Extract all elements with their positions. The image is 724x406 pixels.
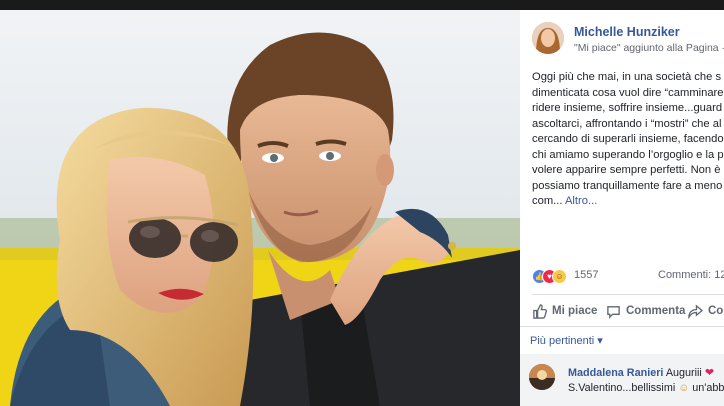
- heart-emoji-icon: ❤: [704, 367, 714, 379]
- post-caption: Oggi più che mai, in una società che s d…: [532, 70, 724, 210]
- page-avatar[interactable]: [532, 22, 564, 54]
- caption-line: chi amiamo superando l’orgoglio e la p: [532, 148, 724, 161]
- comment-text: Maddalena Ranieri Auguriii ❤ S.Valentino…: [568, 366, 724, 396]
- like-button[interactable]: Mi piace: [532, 300, 597, 322]
- comment-line2-tail: un'abbr: [692, 382, 724, 394]
- reaction-count: 1557: [574, 269, 599, 281]
- comment-label: Commenta: [626, 305, 686, 317]
- commenter-avatar[interactable]: [529, 364, 555, 390]
- avatar-image: [532, 22, 564, 54]
- caption-line: ascoltarci, affrontando i “mostri” che a…: [532, 117, 722, 130]
- haha-reaction-icon: ☺: [552, 269, 567, 284]
- divider: [532, 294, 724, 295]
- comment-item: Maddalena Ranieri Auguriii ❤ S.Valentino…: [520, 354, 724, 406]
- post-actions: Mi piace Commenta Co: [532, 300, 724, 322]
- reactions-summary[interactable]: 👍 ♥ ☺ 1557 Commenti: 122: [532, 267, 724, 284]
- comment-sort-dropdown[interactable]: Più pertinenti ▾: [530, 334, 603, 347]
- sort-label: Più pertinenti: [530, 335, 595, 347]
- comments-count-link[interactable]: Commenti: 122: [658, 269, 724, 281]
- post-subtitle: "Mi piace" aggiunto alla Pagina · 15: [574, 42, 724, 54]
- commenter-avatar-image: [529, 364, 555, 390]
- share-label: Co: [708, 305, 724, 317]
- caption-line: possiamo tranquillamente fare a meno: [532, 179, 723, 192]
- hug-emoji-icon: ☺: [678, 382, 690, 394]
- post-header: Michelle Hunziker "Mi piace" aggiunto al…: [532, 22, 724, 56]
- caption-line: ridere insieme, soffrire insieme...guard: [532, 102, 723, 114]
- top-bar: [0, 0, 724, 10]
- divider: [520, 326, 724, 327]
- caption-line: com...: [532, 195, 563, 207]
- comment-line1: Auguriii: [665, 367, 702, 379]
- comment-author-link[interactable]: Maddalena Ranieri: [568, 367, 663, 379]
- comment-line2: S.Valentino...bellissimi: [568, 382, 676, 394]
- caption-line: Oggi più che mai, in una società che s: [532, 71, 722, 83]
- post-photo[interactable]: [0, 0, 520, 406]
- caption-line: cercando di superarli insieme, facendo: [532, 133, 724, 145]
- share-button[interactable]: Co: [688, 300, 723, 322]
- couple-photo: [0, 0, 520, 406]
- comment-bubble-icon: [607, 305, 620, 319]
- post-sidebar: Michelle Hunziker "Mi piace" aggiunto al…: [520, 10, 724, 406]
- caret-down-icon: ▾: [597, 335, 603, 347]
- thumbs-up-icon: [533, 303, 547, 319]
- page-name-link[interactable]: Michelle Hunziker: [574, 25, 680, 39]
- like-label: Mi piace: [552, 305, 598, 317]
- share-arrow-icon: [688, 303, 703, 319]
- see-more-link[interactable]: Altro...: [565, 195, 597, 207]
- comment-button[interactable]: Commenta: [606, 300, 685, 322]
- caption-last-line: com... Altro...: [532, 194, 724, 210]
- caption-line: volere apparire sempre perfetti. Non è: [532, 164, 721, 176]
- caption-line: dimenticata cosa vuol dire “camminare: [532, 86, 724, 99]
